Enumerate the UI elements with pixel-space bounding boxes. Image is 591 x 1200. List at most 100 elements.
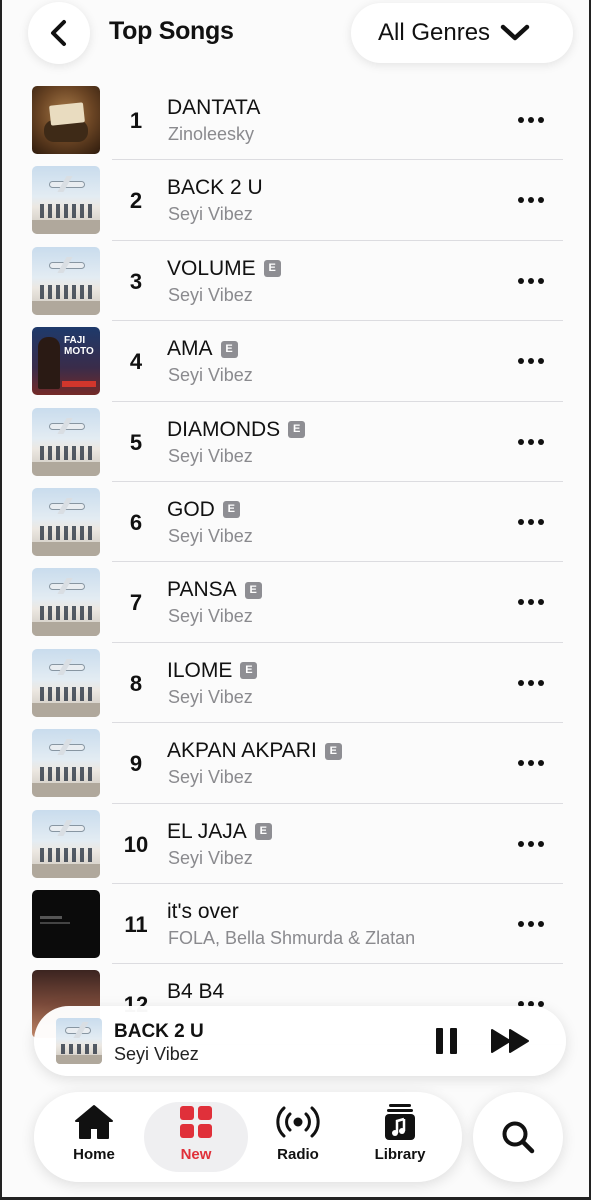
song-artist: FOLA, Bella Shmurda & Zlatan <box>168 927 416 948</box>
more-options-icon[interactable] <box>512 510 550 534</box>
song-row[interactable]: 3 VOLUME E Seyi Vibez <box>2 241 589 322</box>
more-options-icon[interactable] <box>512 832 550 856</box>
more-options-icon[interactable] <box>512 349 550 373</box>
artwork-plane <box>50 182 84 188</box>
song-row[interactable]: 1 DANTATA Zinoleesky <box>2 80 589 161</box>
song-artwork: FAJI MOTO <box>32 327 100 396</box>
search-button[interactable] <box>473 1092 563 1182</box>
song-rank: 9 <box>129 751 143 777</box>
song-artist: Seyi Vibez <box>168 204 253 225</box>
artwork-ground <box>32 863 100 878</box>
song-title-wrap: EL JAJA E <box>167 820 272 844</box>
song-artwork <box>32 889 100 958</box>
artwork-plane <box>50 664 84 670</box>
explicit-badge: E <box>244 581 262 599</box>
song-title-wrap: AKPAN AKPARI E <box>167 739 342 763</box>
song-rank: 4 <box>129 349 143 375</box>
explicit-badge: E <box>263 260 281 278</box>
song-row[interactable]: 2 BACK 2 U Seyi Vibez <box>2 160 589 241</box>
song-title-wrap: B4 B4 <box>167 980 224 1004</box>
more-options-icon[interactable] <box>512 269 550 293</box>
song-row[interactable]: 6 GOD E Seyi Vibez <box>2 482 589 563</box>
song-artwork <box>32 648 100 717</box>
artwork-people <box>40 525 92 540</box>
tab-home[interactable]: Home <box>42 1102 146 1172</box>
artwork-people <box>40 204 92 219</box>
genre-filter-button[interactable]: All Genres <box>351 3 573 63</box>
page-title: Top Songs <box>109 17 234 45</box>
explicit-badge: E <box>288 421 306 439</box>
song-rank: 11 <box>124 911 148 937</box>
song-artist: Seyi Vibez <box>168 686 253 707</box>
tab-new[interactable]: New <box>144 1102 248 1172</box>
pause-button[interactable] <box>430 1025 462 1057</box>
song-row[interactable]: 5 DIAMONDS E Seyi Vibez <box>2 402 589 482</box>
artwork-plane <box>50 423 84 429</box>
song-row[interactable]: FAJI MOTO 4 AMA E Seyi Vibez <box>2 321 589 402</box>
song-row[interactable]: 7 PANSA E Seyi Vibez <box>2 562 589 643</box>
tab-radio[interactable]: Radio <box>246 1102 350 1172</box>
artwork-ground <box>32 541 100 556</box>
artwork-ground <box>32 300 100 315</box>
song-title-wrap: GOD E <box>167 498 240 522</box>
more-options-icon[interactable] <box>512 188 550 212</box>
search-icon <box>502 1121 535 1154</box>
artwork-people <box>40 686 92 701</box>
song-title: ILOME <box>167 658 233 682</box>
song-artist: Seyi Vibez <box>168 606 253 627</box>
song-artist: Zinoleesky <box>168 124 255 144</box>
song-artwork <box>32 166 100 235</box>
song-artist: Seyi Vibez <box>168 365 253 386</box>
artwork-plane <box>50 503 84 509</box>
artwork-text-line <box>40 915 62 919</box>
song-title-wrap: it's over <box>167 900 239 924</box>
more-options-icon[interactable] <box>512 671 550 695</box>
artwork-ground <box>32 220 100 235</box>
song-title-wrap: BACK 2 U <box>167 176 263 200</box>
song-title: VOLUME <box>167 256 256 280</box>
song-row[interactable]: 8 ILOME E Seyi Vibez <box>2 643 589 724</box>
tab-radio-label: Radio <box>277 1146 319 1163</box>
artwork-people <box>40 847 92 862</box>
more-options-icon[interactable] <box>512 430 550 454</box>
tab-bar: Home New Radio Library <box>34 1092 462 1182</box>
song-rank: 3 <box>129 268 143 294</box>
header: Top Songs All Genres <box>2 0 589 70</box>
song-artwork <box>32 729 100 798</box>
song-rank: 8 <box>129 670 143 696</box>
pause-icon <box>435 1028 443 1054</box>
more-options-icon[interactable] <box>512 590 550 614</box>
artwork-text: FAJI MOTO <box>64 335 94 358</box>
song-title: EL JAJA <box>167 819 247 843</box>
song-row[interactable]: 10 EL JAJA E Seyi Vibez <box>2 804 589 884</box>
more-options-icon[interactable] <box>512 912 550 936</box>
song-title: BACK 2 U <box>167 176 263 200</box>
artwork-people <box>40 606 92 621</box>
artwork-plane <box>50 825 84 831</box>
artwork-people <box>61 1044 97 1054</box>
song-rank: 5 <box>129 429 143 455</box>
song-title: AKPAN AKPARI <box>167 739 317 763</box>
song-row[interactable]: 11 it's over FOLA, Bella Shmurda & Zlatan <box>2 884 589 965</box>
tab-library[interactable]: Library <box>348 1102 452 1172</box>
artwork-label <box>49 102 85 126</box>
pause-icon <box>449 1028 457 1054</box>
song-rank: 1 <box>129 108 143 133</box>
song-artist: Seyi Vibez <box>168 525 253 546</box>
explicit-badge: E <box>254 823 272 841</box>
fast-forward-icon[interactable] <box>490 1026 532 1056</box>
artwork-plane <box>50 745 84 751</box>
song-title: DIAMONDS <box>167 417 281 441</box>
more-options-icon[interactable] <box>512 108 550 132</box>
song-title-wrap: DANTATA <box>167 96 260 120</box>
explicit-badge: E <box>240 662 258 680</box>
more-options-icon[interactable] <box>512 751 550 775</box>
song-artwork <box>32 86 100 154</box>
artwork-ground <box>32 461 100 476</box>
mini-player[interactable]: BACK 2 U Seyi Vibez <box>34 1006 566 1076</box>
song-title: DANTATA <box>167 96 261 119</box>
explicit-badge: E <box>220 340 238 358</box>
song-row[interactable]: 9 AKPAN AKPARI E Seyi Vibez <box>2 723 589 804</box>
back-button[interactable] <box>28 2 90 64</box>
song-rank: 10 <box>123 831 149 857</box>
